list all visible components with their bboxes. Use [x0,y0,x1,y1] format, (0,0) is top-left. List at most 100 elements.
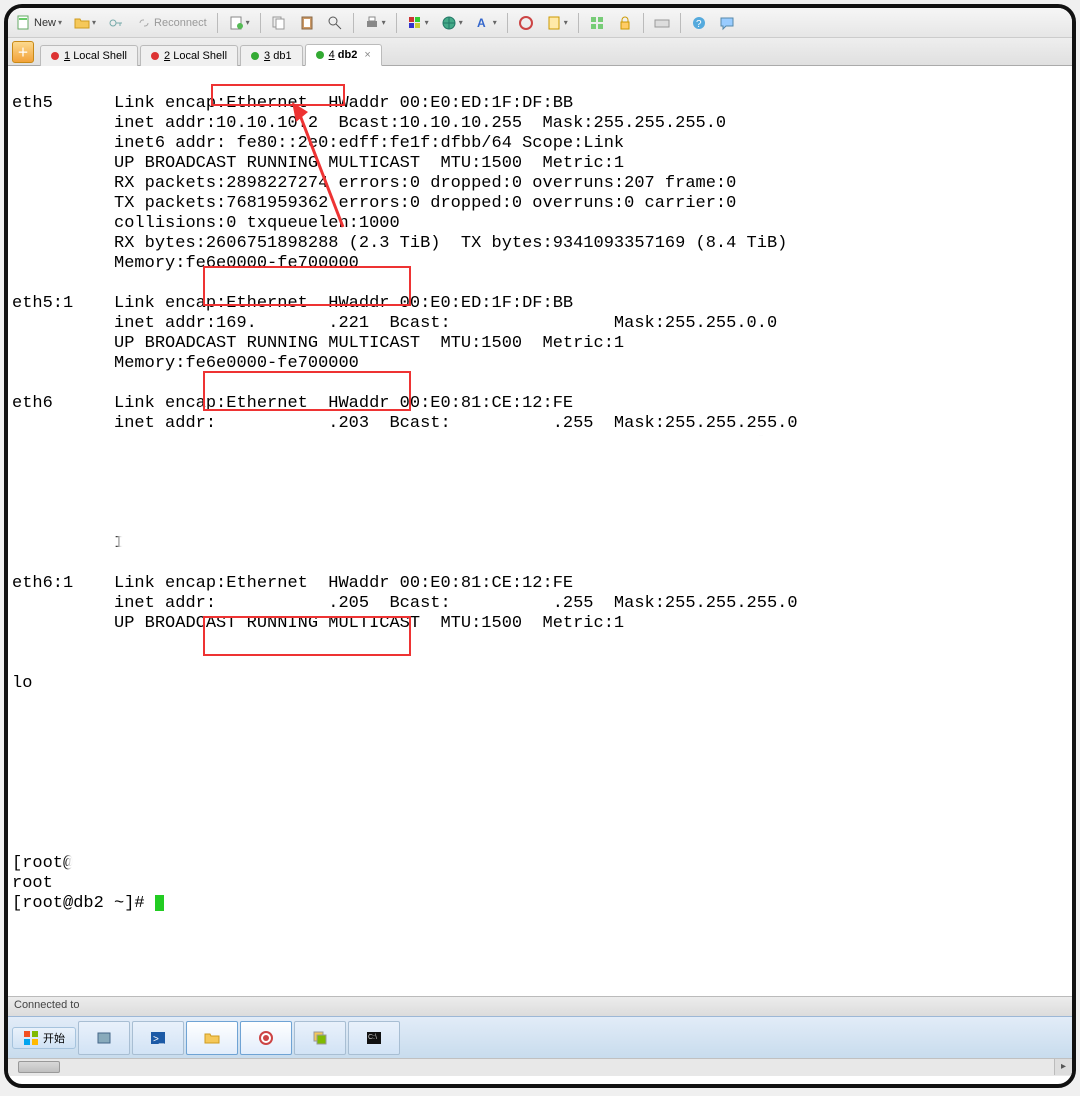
cmd-icon: C:\ [366,1030,382,1046]
annotation-box [203,266,411,306]
svg-text:>_: >_ [153,1034,165,1045]
term-line: inet addr:169. .221 Bcast: Mask:255.255.… [114,314,777,333]
svg-text:?: ? [696,19,702,30]
if-name: eth5 [12,94,53,113]
clipboard-icon [299,15,315,31]
printer-icon [364,15,380,31]
if-name: eth6 [12,394,53,413]
server-icon [96,1030,112,1046]
link-icon [136,15,152,31]
search-button[interactable] [323,13,347,33]
task-cmd[interactable]: C:\ [348,1021,400,1055]
globe-button[interactable] [437,13,467,33]
tab-label: db2 [338,49,358,61]
keyboard-icon [654,15,670,31]
tab-2-local-shell[interactable]: 2 Local Shell [140,45,238,66]
new-file-icon [16,15,32,31]
print-button[interactable] [360,13,390,33]
open-button[interactable] [70,13,100,33]
redacted-area [118,661,848,711]
redacted-area [118,431,848,556]
new-button[interactable]: New [12,13,66,33]
term-line: inet addr: .205 Bcast: .255 Mask:255.255… [114,594,798,613]
annotation-box [203,371,411,411]
start-label: 开始 [43,1030,65,1046]
folder-icon [74,15,90,31]
swirl-icon [258,1030,274,1046]
windows-logo-icon [23,1030,39,1046]
copy-button[interactable] [267,13,291,33]
term-line: Link encap:Ethernet HWaddr 00:E0:81:CE:1… [114,574,573,593]
grid-icon [589,15,605,31]
windows-cascade-icon [312,1030,328,1046]
app-window: New Reconnect A [4,4,1076,1088]
svg-text:C:\: C:\ [368,1034,377,1041]
keyboard-button[interactable] [650,13,674,33]
tab-1-local-shell[interactable]: 1 Local Shell [40,45,138,66]
search-icon [327,15,343,31]
tab-accel: 4 [329,49,335,61]
macro-button[interactable] [542,13,572,33]
palette-button[interactable] [403,13,433,33]
tab-label: db1 [273,50,291,62]
annotation-box [203,616,411,656]
close-tab-button[interactable]: × [364,49,370,61]
task-powershell[interactable]: >_ [132,1021,184,1055]
tab-accel: 2 [164,50,170,62]
scrollbar-thumb[interactable] [18,1061,60,1073]
tab-label: Local Shell [173,50,227,62]
scrollbar-right-arrow[interactable]: ▸ [1054,1059,1072,1075]
folder-icon [204,1030,220,1046]
status-bar: Connected to [8,996,1072,1016]
term-line: UP BROADCAST RUNNING MULTICAST MTU:1500 … [114,334,624,353]
reconnect-button[interactable]: Reconnect [132,13,211,33]
status-dot-icon [251,52,259,60]
add-tab-button[interactable]: ＋ [12,41,34,63]
tab-4-db2[interactable]: 4 db2 × [305,44,382,66]
windows-taskbar: 开始 >_ C:\ [8,1016,1072,1058]
profile-button[interactable] [224,13,254,33]
term-line: RX packets:2898227274 errors:0 dropped:0… [114,174,736,193]
globe-icon [441,15,457,31]
main-toolbar: New Reconnect A [8,8,1072,38]
horizontal-scrollbar[interactable]: ▸ [8,1058,1072,1076]
grid-button[interactable] [585,13,609,33]
terminal-output[interactable]: eth5 Link encap:Ethernet HWaddr 00:E0:ED… [8,66,1072,996]
tab-3-db1[interactable]: 3 db1 [240,45,303,66]
font-button[interactable]: A [471,13,501,33]
lock-icon [617,15,633,31]
tab-accel: 3 [264,50,270,62]
paste-button[interactable] [295,13,319,33]
annotation-arrow [288,102,368,232]
swirl-icon [518,15,534,31]
term-line: inet addr:10.10.10.2 Bcast:10.10.10.255 … [114,114,726,133]
doc-icon [228,15,244,31]
prompt-line: [root@db2 ~]# [12,894,155,913]
task-xshell[interactable] [240,1021,292,1055]
status-dot-icon [316,51,324,59]
copy-icon [271,15,287,31]
powershell-icon: >_ [150,1030,166,1046]
redacted-area [68,736,848,886]
help-button[interactable]: ? [687,13,711,33]
chat-icon [719,15,735,31]
palette-icon [407,15,423,31]
task-explorer[interactable] [186,1021,238,1055]
start-button[interactable]: 开始 [12,1027,76,1049]
task-server-manager[interactable] [78,1021,130,1055]
tab-bar: ＋ 1 Local Shell 2 Local Shell 3 db1 4 db… [8,38,1072,66]
tab-accel: 1 [64,50,70,62]
font-icon: A [475,15,491,31]
lock-button[interactable] [613,13,637,33]
script-button[interactable] [514,13,538,33]
reconnect-label: Reconnect [154,17,207,29]
output-line: root [12,874,53,893]
status-dot-icon [151,52,159,60]
term-line: TX packets:7681959362 errors:0 dropped:0… [114,194,736,213]
term-line: RX bytes:2606751898288 (2.3 TiB) TX byte… [114,234,787,253]
key-icon [108,15,124,31]
help-icon: ? [691,15,707,31]
key-button[interactable] [104,13,128,33]
task-rdp[interactable] [294,1021,346,1055]
chat-button[interactable] [715,13,739,33]
